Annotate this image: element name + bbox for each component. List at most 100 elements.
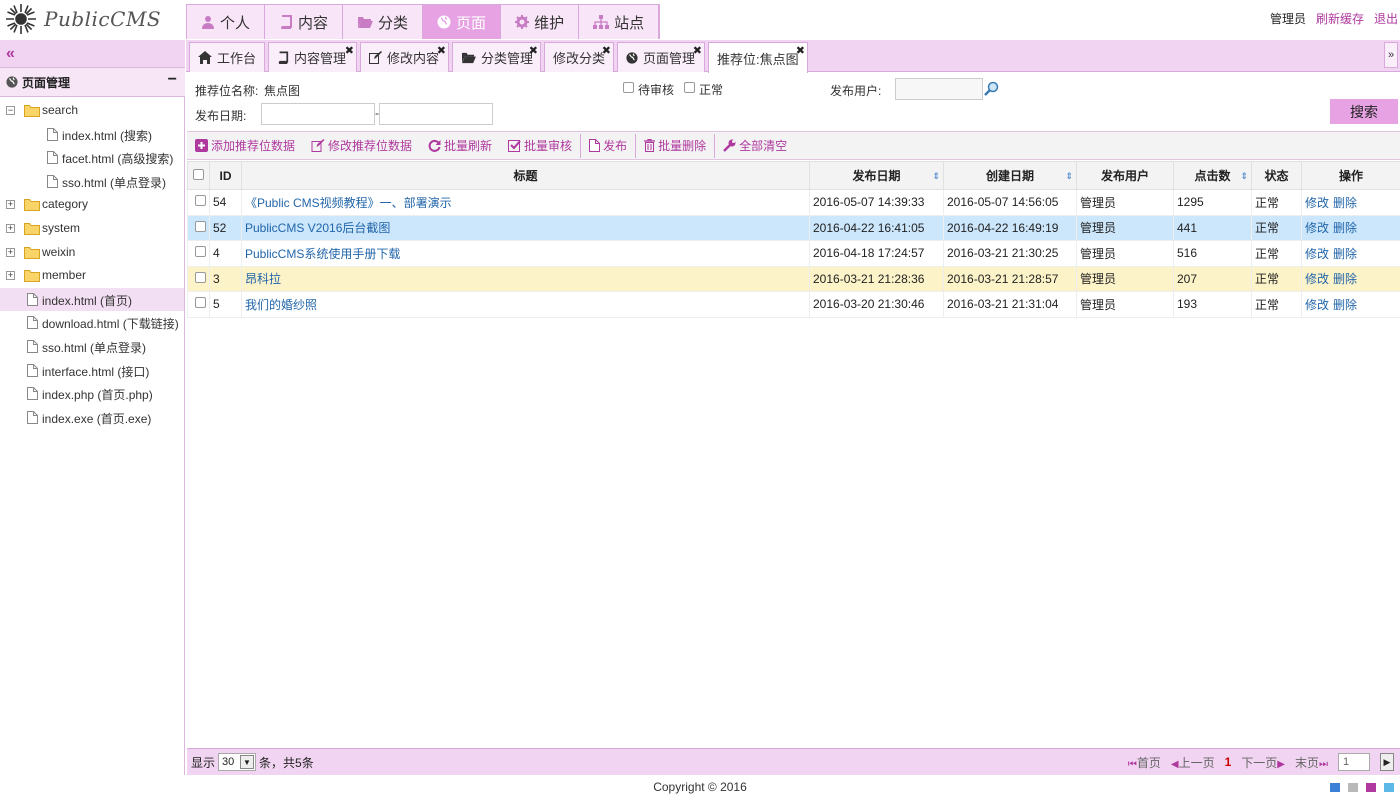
title-cell[interactable]: 昂科拉 bbox=[241, 265, 810, 292]
page-size-select[interactable]: 30 ▼ bbox=[218, 753, 257, 771]
theme-swatch[interactable] bbox=[1366, 783, 1376, 792]
delete-link[interactable]: 删除 bbox=[1333, 298, 1357, 312]
delete-link[interactable]: 删除 bbox=[1333, 196, 1357, 210]
delete-link[interactable]: 删除 bbox=[1333, 272, 1357, 286]
sort-icon[interactable]: ⇕ bbox=[1065, 171, 1073, 182]
logo[interactable]: PublicCMS bbox=[4, 2, 161, 36]
expand-icon[interactable]: + bbox=[6, 247, 15, 257]
sort-icon[interactable]: ⇕ bbox=[1240, 171, 1248, 182]
logout-link[interactable]: 退出 bbox=[1374, 10, 1398, 27]
tree-file[interactable]: index.html (搜索) bbox=[0, 123, 184, 147]
table-row[interactable]: 4 PublicCMS系统使用手册下载 2016-04-18 17:24:57 201… bbox=[187, 240, 1400, 267]
tab-close-icon[interactable]: ✖ bbox=[437, 44, 446, 57]
title-cell[interactable]: 我们的婚纱照 bbox=[241, 291, 810, 318]
table-row[interactable]: 3 昂科拉 2016-03-21 21:28:36 2016-03-21 21:28:… bbox=[187, 265, 1400, 292]
batch-refresh-button[interactable]: 批量刷新 bbox=[420, 132, 500, 159]
nav-category[interactable]: 分类 bbox=[343, 5, 424, 39]
tree-file[interactable]: interface.html (接口) bbox=[0, 359, 184, 383]
row-select-cell[interactable] bbox=[187, 189, 210, 216]
collapse-sidebar-icon[interactable]: « bbox=[6, 45, 15, 63]
date-end-input[interactable] bbox=[379, 103, 493, 125]
tree-file[interactable]: download.html (下载链接) bbox=[0, 311, 184, 335]
tab-workbench[interactable]: 工作台 bbox=[189, 42, 265, 72]
tree-file[interactable]: index.html (首页) bbox=[0, 287, 184, 312]
tab-edit-content[interactable]: 修改内容 ✖ bbox=[360, 42, 449, 72]
edit-position-data-button[interactable]: 修改推荐位数据 bbox=[303, 132, 420, 159]
page-go-button[interactable]: ▶ bbox=[1380, 753, 1394, 771]
first-page-link[interactable]: ⏮首页 bbox=[1128, 754, 1161, 771]
tree-file[interactable]: facet.html (高级搜索) bbox=[0, 146, 184, 170]
add-position-data-button[interactable]: 添加推荐位数据 bbox=[187, 132, 303, 159]
tree-folder[interactable]: − search bbox=[0, 99, 184, 123]
theme-swatch[interactable] bbox=[1348, 783, 1358, 792]
delete-link[interactable]: 删除 bbox=[1333, 221, 1357, 235]
tree-file[interactable]: index.php (首页.php) bbox=[0, 382, 184, 406]
tab-close-icon[interactable]: ✖ bbox=[693, 44, 702, 57]
date-start-input[interactable] bbox=[261, 103, 375, 125]
row-checkbox[interactable] bbox=[194, 246, 206, 258]
edit-link[interactable]: 修改 bbox=[1305, 298, 1329, 312]
tab-close-icon[interactable]: ✖ bbox=[796, 44, 805, 57]
sort-icon[interactable]: ⇕ bbox=[932, 171, 940, 182]
tab-close-icon[interactable]: ✖ bbox=[529, 44, 538, 57]
row-checkbox[interactable] bbox=[194, 297, 206, 309]
expand-icon[interactable]: + bbox=[6, 271, 15, 281]
nav-site[interactable]: 站点 bbox=[579, 5, 660, 39]
next-page-link[interactable]: 下一页▶ bbox=[1241, 754, 1285, 771]
expand-icon[interactable]: + bbox=[6, 223, 15, 233]
edit-link[interactable]: 修改 bbox=[1305, 247, 1329, 261]
panel-minimize-button[interactable]: − bbox=[168, 71, 177, 89]
row-select-cell[interactable] bbox=[187, 240, 210, 267]
tab-edit-category[interactable]: 修改分类 ✖ bbox=[544, 42, 614, 72]
nav-maintain[interactable]: 维护 bbox=[501, 5, 580, 39]
edit-link[interactable]: 修改 bbox=[1305, 272, 1329, 286]
select-all-checkbox[interactable] bbox=[193, 168, 204, 180]
tree-folder[interactable]: + category bbox=[0, 193, 184, 217]
col-header-publish-date[interactable]: 发布日期 ⇕ bbox=[809, 161, 944, 190]
select-all-cell[interactable] bbox=[187, 161, 210, 190]
theme-swatch[interactable] bbox=[1330, 783, 1340, 792]
clear-all-button[interactable]: 全部清空 bbox=[715, 132, 795, 159]
tree-folder[interactable]: + weixin bbox=[0, 241, 184, 265]
row-checkbox[interactable] bbox=[194, 195, 206, 207]
title-cell[interactable]: PublicCMS系统使用手册下载 bbox=[241, 240, 810, 267]
normal-checkbox[interactable] bbox=[684, 82, 695, 93]
table-row[interactable]: 54 《Public CMS视频教程》一、部署演示 2016-05-07 14:39… bbox=[187, 189, 1400, 216]
row-select-cell[interactable] bbox=[187, 214, 210, 241]
tab-close-icon[interactable]: ✖ bbox=[345, 44, 354, 57]
lookup-icon[interactable] bbox=[984, 81, 999, 96]
pending-checkbox[interactable] bbox=[623, 82, 634, 93]
row-select-cell[interactable] bbox=[187, 291, 210, 318]
tree-file[interactable]: sso.html (单点登录) bbox=[0, 335, 184, 359]
tab-list-menu-button[interactable]: » bbox=[1384, 42, 1398, 68]
tree-folder[interactable]: + member bbox=[0, 264, 184, 288]
tree-folder[interactable]: + system bbox=[0, 217, 184, 241]
collapse-icon[interactable]: − bbox=[6, 106, 15, 115]
tree-file[interactable]: index.exe (首页.exe) bbox=[0, 406, 184, 430]
search-button[interactable]: 搜索 bbox=[1330, 99, 1398, 124]
row-select-cell[interactable] bbox=[187, 265, 210, 292]
theme-swatch[interactable] bbox=[1384, 783, 1394, 792]
publish-button[interactable]: 发布 bbox=[581, 132, 635, 159]
expand-icon[interactable]: + bbox=[6, 200, 15, 210]
chevron-down-icon[interactable]: ▼ bbox=[240, 755, 255, 769]
refresh-cache-link[interactable]: 刷新缓存 bbox=[1316, 10, 1364, 27]
nav-personal[interactable]: 个人 bbox=[187, 5, 266, 39]
nav-content[interactable]: 内容 bbox=[265, 5, 344, 39]
current-page[interactable]: 1 bbox=[1225, 755, 1232, 769]
tab-close-icon[interactable]: ✖ bbox=[602, 44, 611, 57]
tree-file[interactable]: sso.html (单点登录) bbox=[0, 170, 184, 194]
edit-link[interactable]: 修改 bbox=[1305, 221, 1329, 235]
tab-page-manage[interactable]: 页面管理 ✖ bbox=[617, 42, 705, 72]
nav-page[interactable]: 页面 bbox=[423, 5, 502, 39]
row-checkbox[interactable] bbox=[194, 271, 206, 283]
edit-link[interactable]: 修改 bbox=[1305, 196, 1329, 210]
publisher-input[interactable] bbox=[895, 78, 983, 100]
row-checkbox[interactable] bbox=[194, 220, 206, 232]
prev-page-link[interactable]: ◀上一页 bbox=[1171, 754, 1215, 771]
title-cell[interactable]: 《Public CMS视频教程》一、部署演示 bbox=[241, 189, 810, 216]
tab-content-manage[interactable]: 内容管理 ✖ bbox=[268, 42, 357, 72]
col-header-create-date[interactable]: 创建日期 ⇕ bbox=[943, 161, 1077, 190]
table-row[interactable]: 52 PublicCMS V2016后台截图 2016-04-22 16:41:05… bbox=[187, 214, 1400, 241]
batch-check-button[interactable]: 批量审核 bbox=[500, 132, 580, 159]
